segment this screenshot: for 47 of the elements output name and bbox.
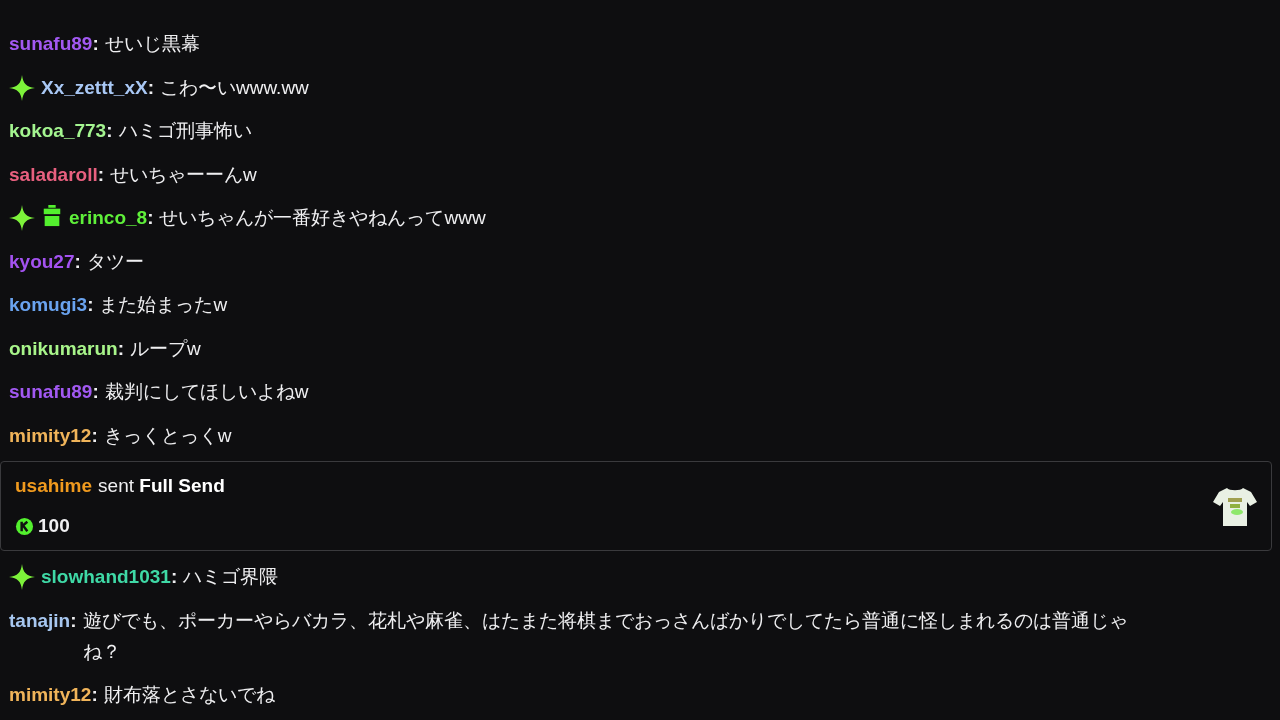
- name-separator: :: [87, 293, 94, 317]
- message-text: 遊びでも、ポーカーやらバカラ、花札や麻雀、はたまた将棋までおっさんばかりでしてたら普通に怪しまれるのは普通じゃね？: [82, 608, 1129, 664]
- message-text: きっくとっくw: [103, 423, 232, 448]
- message-text: また始まったw: [99, 293, 228, 317]
- sparkle-icon: [9, 564, 35, 590]
- name-separator: :: [147, 75, 154, 100]
- username[interactable]: mimity12: [9, 679, 92, 710]
- message-text: せいじ黒幕: [104, 32, 200, 56]
- name-separator: :: [92, 380, 99, 404]
- username[interactable]: sunafu89: [9, 28, 93, 59]
- username[interactable]: usahime: [15, 470, 93, 502]
- message-text: ハミゴ界隈: [183, 565, 279, 589]
- message-text: せいちゃんが一番好きやねんってwww: [159, 206, 486, 230]
- coin-icon: [15, 516, 34, 536]
- gift-icon: [41, 205, 63, 227]
- username[interactable]: komugi3: [9, 289, 88, 320]
- name-separator: :: [91, 683, 98, 707]
- name-separator: :: [117, 336, 125, 361]
- name-separator: :: [147, 206, 154, 230]
- sparkle-icon: [9, 205, 35, 231]
- username[interactable]: tanajin: [9, 604, 71, 636]
- message-text: こわ〜いwww.ww: [160, 75, 309, 100]
- username[interactable]: onikumarun: [9, 332, 118, 364]
- username[interactable]: erinco_8: [69, 202, 148, 233]
- message-text: ハミゴ刑事怖い: [118, 119, 252, 143]
- username[interactable]: sunafu89: [9, 376, 93, 407]
- message-text: 財布落とさないでね: [103, 683, 275, 707]
- username[interactable]: kyou27: [9, 245, 75, 277]
- name-separator: :: [91, 423, 98, 448]
- name-separator: :: [170, 565, 178, 589]
- name-separator: :: [106, 119, 113, 143]
- username[interactable]: Xx_zettt_xX: [41, 71, 148, 103]
- name-separator: :: [97, 162, 105, 187]
- name-separator: :: [92, 32, 99, 56]
- sparkle-icon: [9, 74, 35, 101]
- name-separator: :: [70, 608, 77, 633]
- message-text: せいちゃーーんw: [110, 162, 257, 187]
- message-text: ループw: [130, 336, 201, 361]
- name-separator: :: [74, 249, 81, 274]
- username[interactable]: slowhand1031: [41, 561, 171, 592]
- gift-sentence: sent Full Send: [98, 474, 225, 498]
- username[interactable]: mimity12: [9, 419, 92, 451]
- username[interactable]: kokoa_773: [9, 115, 107, 146]
- message-text: 裁判にしてほしいよねw: [104, 380, 309, 404]
- gift-amount: 100: [38, 514, 70, 538]
- username[interactable]: saladaroll: [9, 158, 98, 190]
- message-text: タツー: [86, 249, 144, 274]
